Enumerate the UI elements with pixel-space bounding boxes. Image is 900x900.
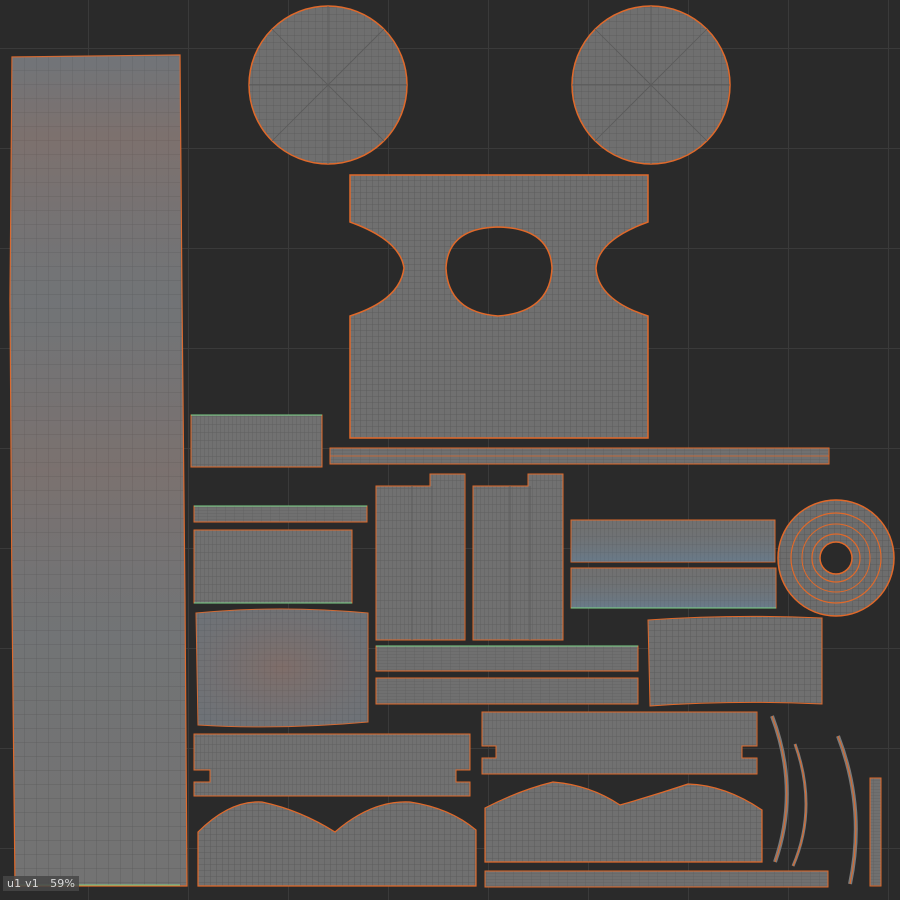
uv-island-bottom-bar[interactable]	[484, 870, 829, 888]
uv-island-ring[interactable]	[777, 499, 895, 617]
uv-island-panel-small[interactable]	[190, 414, 323, 468]
uv-island-blue-panel-bottom[interactable]	[570, 567, 777, 609]
udim-status-readout: u1 v1 59%	[3, 876, 80, 891]
uv-island-notched-panel-left[interactable]	[193, 733, 471, 797]
uv-island-wave-left[interactable]	[197, 801, 477, 887]
uv-canvas[interactable]	[0, 0, 900, 900]
uv-island-disc-left[interactable]	[248, 5, 408, 165]
uv-island-center-bar-bottom[interactable]	[375, 677, 639, 705]
udim-u-label: u1	[7, 877, 22, 890]
uv-island-notched-panel-right[interactable]	[481, 711, 758, 775]
uv-island-bottle-right[interactable]	[472, 473, 564, 641]
uv-island-center-bar-top[interactable]	[375, 645, 639, 672]
zoom-level-label: 59%	[50, 877, 76, 890]
uv-island-thin-bar[interactable]	[329, 447, 830, 465]
uv-island-frame-with-hole[interactable]	[349, 174, 649, 439]
uv-island-blue-panel-top[interactable]	[570, 519, 776, 563]
uv-editor-viewport[interactable]: u1 v1 59%	[0, 0, 900, 900]
uv-island-warped-panel[interactable]	[195, 608, 369, 728]
uv-island-long-strip[interactable]	[9, 54, 188, 887]
uv-island-arc-strips[interactable]	[770, 715, 882, 887]
uv-island-bottle-left[interactable]	[375, 473, 466, 641]
uv-island-disc-right[interactable]	[571, 5, 731, 165]
uv-island-panel-mid[interactable]	[193, 529, 353, 604]
uv-island-wave-right[interactable]	[484, 781, 763, 863]
uv-island-wavy-panel-right[interactable]	[647, 615, 823, 707]
udim-v-label: v1	[25, 877, 39, 890]
uv-island-narrow-bar[interactable]	[193, 505, 368, 523]
